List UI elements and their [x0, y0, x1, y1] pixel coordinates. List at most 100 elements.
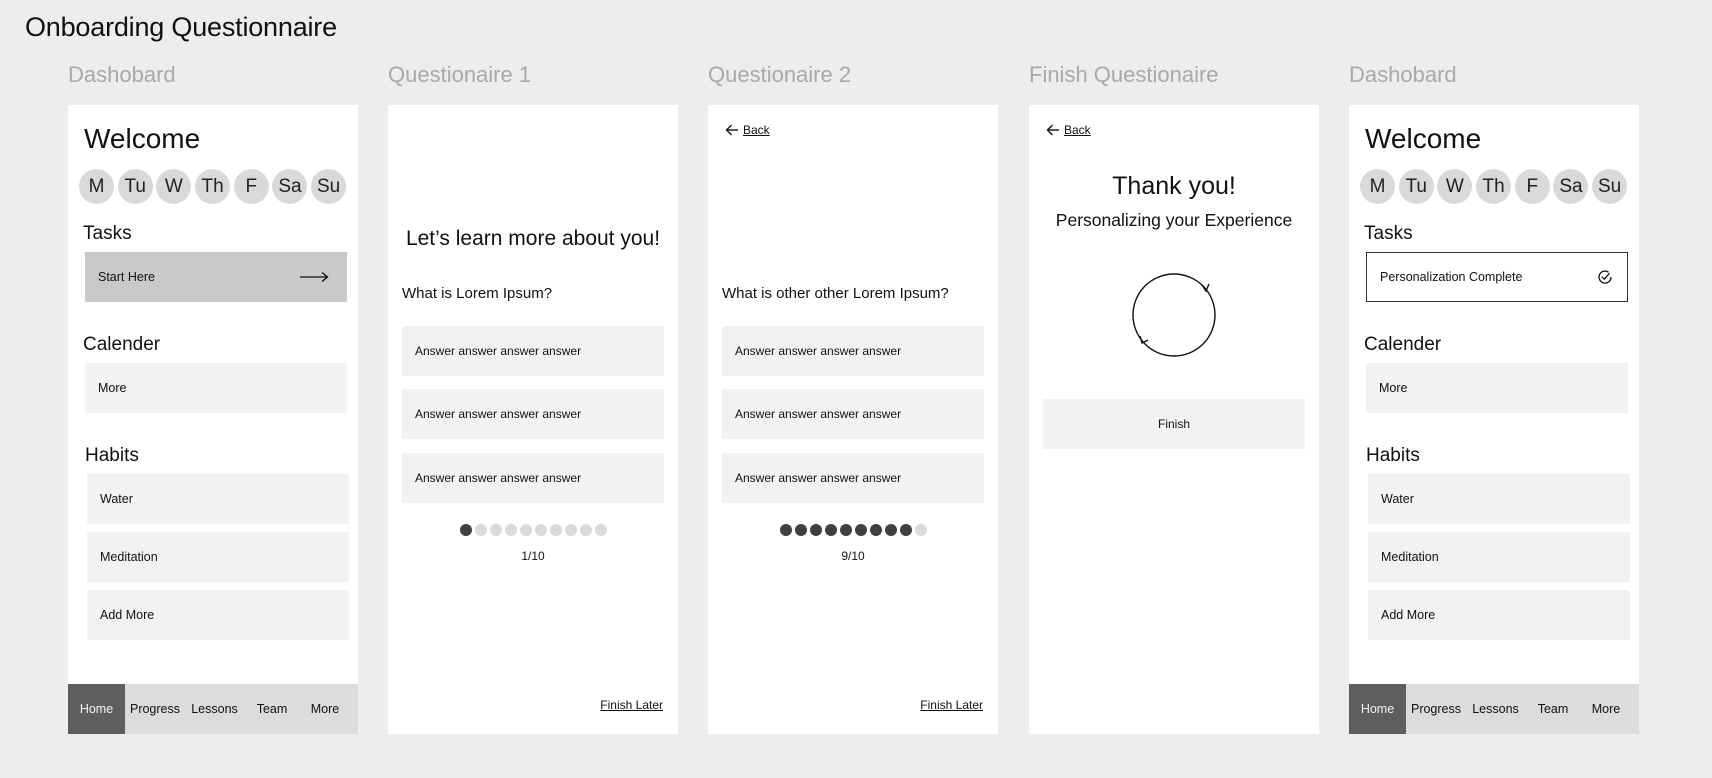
day-saturday[interactable]: Sa: [1553, 169, 1589, 204]
questionnaire-2-screen: Back What is other other Lorem Ipsum? An…: [708, 105, 998, 734]
nav-progress[interactable]: Progress: [125, 684, 185, 734]
day-monday[interactable]: M: [1360, 169, 1395, 204]
frame-label-dashboard-complete: Dashobard: [1349, 62, 1457, 87]
progress-dot-empty: [579, 524, 592, 536]
day-tuesday[interactable]: Tu: [1398, 169, 1434, 204]
progress-dot-empty: [534, 524, 547, 536]
answer-option[interactable]: Answer answer answer answer: [722, 326, 984, 376]
progress-counter: 1/10: [521, 549, 545, 563]
question-text: What is Lorem Ipsum?: [402, 285, 553, 302]
day-wednesday[interactable]: W: [1437, 169, 1473, 204]
nav-progress[interactable]: Progress: [1406, 684, 1466, 734]
progress-dot-filled: [809, 524, 822, 536]
tasks-heading: Tasks: [1364, 223, 1413, 244]
progress-dot-filled: [899, 524, 912, 536]
progress-dot-filled: [459, 524, 472, 536]
day-thursday[interactable]: Th: [195, 169, 231, 204]
finish-later-link[interactable]: Finish Later: [600, 698, 663, 712]
finish-later-link[interactable]: Finish Later: [920, 698, 983, 712]
day-sunday[interactable]: Su: [311, 169, 347, 204]
habit-meditation[interactable]: Meditation: [1368, 532, 1630, 582]
welcome-heading: Welcome: [1365, 123, 1482, 154]
progress-dot-filled: [869, 524, 882, 536]
answer-option[interactable]: Answer answer answer answer: [402, 326, 664, 376]
habit-water[interactable]: Water: [1368, 474, 1630, 524]
habit-add-more[interactable]: Add More: [1368, 590, 1630, 640]
progress-dot-empty: [594, 524, 607, 536]
finish-questionnaire-screen: Back Thank you! Personalizing your Exper…: [1029, 105, 1319, 734]
day-tuesday[interactable]: Tu: [117, 169, 153, 204]
personalization-complete-task[interactable]: Personalization Complete: [1366, 252, 1628, 302]
arrow-left-icon: [725, 124, 738, 136]
page-title: Onboarding Questionnaire: [25, 12, 337, 42]
nav-home[interactable]: Home: [68, 684, 125, 734]
day-saturday[interactable]: Sa: [272, 169, 308, 204]
progress-dots: [388, 524, 678, 536]
start-here-task[interactable]: Start Here: [85, 252, 347, 302]
progress-dot-empty: [519, 524, 532, 536]
question-text: What is other other Lorem Ipsum?: [722, 285, 949, 302]
answer-option[interactable]: Answer answer answer answer: [402, 453, 664, 503]
progress-dot-filled: [824, 524, 837, 536]
day-thursday[interactable]: Th: [1476, 169, 1512, 204]
questionnaire-heading: Let’s learn more about you!: [405, 227, 661, 250]
dashboard-screen: Welcome M Tu W Th F Sa Su Tasks Start He…: [68, 105, 358, 734]
day-monday[interactable]: M: [79, 169, 114, 204]
check-circle-icon: [1598, 270, 1612, 284]
habit-add-more[interactable]: Add More: [87, 590, 349, 640]
back-label: Back: [1064, 123, 1091, 137]
day-sunday[interactable]: Su: [1592, 169, 1628, 204]
dashboard-complete-screen: Welcome M Tu W Th F Sa Su Tasks Personal…: [1349, 105, 1639, 734]
frame-label-questionnaire-2: Questionaire 2: [708, 62, 852, 87]
progress-dot-empty: [474, 524, 487, 536]
calendar-heading: Calender: [1364, 334, 1442, 355]
frame-label-dashboard: Dashobard: [68, 62, 176, 87]
nav-lessons[interactable]: Lessons: [185, 684, 244, 734]
arrow-left-icon: [1046, 124, 1059, 136]
back-link[interactable]: Back: [1046, 123, 1091, 137]
welcome-heading: Welcome: [84, 123, 201, 154]
frame-label-questionnaire-1: Questionaire 1: [388, 62, 532, 87]
habit-meditation[interactable]: Meditation: [87, 532, 349, 582]
progress-dot-empty: [564, 524, 577, 536]
day-wednesday[interactable]: W: [156, 169, 192, 204]
bottom-nav: Home Progress Lessons Team More: [1349, 684, 1639, 734]
questionnaire-1-screen: Let’s learn more about you! What is Lore…: [388, 105, 678, 734]
habits-heading: Habits: [1366, 445, 1420, 466]
calendar-more-card[interactable]: More: [1366, 363, 1628, 413]
progress-dot-empty: [489, 524, 502, 536]
progress-dot-filled: [854, 524, 867, 536]
progress-dot-empty: [914, 524, 927, 536]
progress-dot-empty: [504, 524, 517, 536]
bottom-nav: Home Progress Lessons Team More: [68, 684, 358, 734]
frame-label-finish: Finish Questionaire: [1029, 62, 1219, 87]
progress-counter: 9/10: [841, 549, 865, 563]
back-link[interactable]: Back: [725, 123, 770, 137]
calendar-heading: Calender: [83, 334, 161, 355]
arrow-right-icon: [300, 271, 329, 283]
progress-dot-filled: [839, 524, 852, 536]
progress-dots: [708, 524, 998, 536]
back-label: Back: [743, 123, 770, 137]
personalizing-subtitle: Personalizing your Experience: [1055, 210, 1293, 230]
answer-option[interactable]: Answer answer answer answer: [722, 389, 984, 439]
habit-water[interactable]: Water: [87, 474, 349, 524]
nav-more[interactable]: More: [300, 684, 350, 734]
day-selector: M Tu W Th F Sa Su: [79, 169, 347, 204]
nav-lessons[interactable]: Lessons: [1466, 684, 1525, 734]
answer-option[interactable]: Answer answer answer answer: [722, 453, 984, 503]
tasks-heading: Tasks: [83, 223, 132, 244]
progress-dot-filled: [794, 524, 807, 536]
day-friday[interactable]: F: [233, 169, 269, 204]
progress-dot-filled: [779, 524, 792, 536]
day-friday[interactable]: F: [1514, 169, 1550, 204]
nav-team[interactable]: Team: [1525, 684, 1581, 734]
nav-team[interactable]: Team: [244, 684, 300, 734]
nav-home[interactable]: Home: [1349, 684, 1406, 734]
finish-button[interactable]: Finish: [1043, 399, 1305, 449]
progress-dot-empty: [549, 524, 562, 536]
calendar-more-card[interactable]: More: [85, 363, 347, 413]
nav-more[interactable]: More: [1581, 684, 1631, 734]
answer-option[interactable]: Answer answer answer answer: [402, 389, 664, 439]
refresh-icon: [1132, 273, 1216, 357]
